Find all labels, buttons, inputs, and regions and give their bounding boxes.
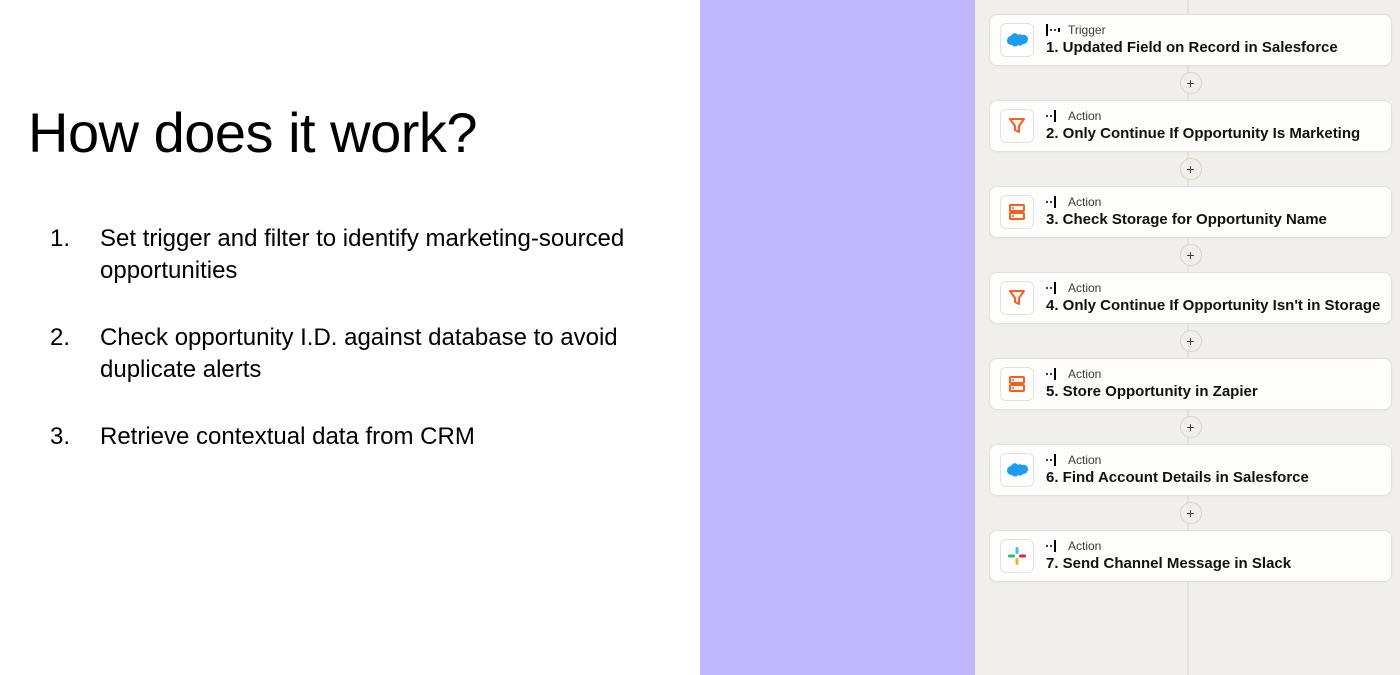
step-title: 5. Store Opportunity in Zapier [1046,383,1258,401]
add-step-connector: + [989,66,1392,100]
add-step-connector: + [989,324,1392,358]
step-kind: Action [1046,454,1309,466]
step-title: 7. Send Channel Message in Slack [1046,555,1291,573]
workflow-panel: Trigger 1. Updated Field on Record in Sa… [975,0,1400,675]
action-icon [1046,196,1062,208]
step-kind: Action [1046,282,1380,294]
step-title: 1. Updated Field on Record in Salesforce [1046,39,1338,57]
step-kind: Action [1046,540,1291,552]
step-kind: Action [1046,110,1360,122]
list-item: Set trigger and filter to identify marke… [28,223,660,288]
step-title: 2. Only Continue If Opportunity Is Marke… [1046,125,1360,143]
action-icon [1046,368,1062,380]
step-kind: Trigger [1046,24,1338,36]
add-step-connector: + [989,238,1392,272]
step-kind-label: Trigger [1068,24,1106,36]
step-title: 3. Check Storage for Opportunity Name [1046,211,1327,229]
salesforce-icon [1000,23,1034,57]
step-kind-label: Action [1068,196,1101,208]
step-kind: Action [1046,368,1258,380]
step-kind-label: Action [1068,454,1101,466]
action-icon [1046,110,1062,122]
add-step-connector: + [989,152,1392,186]
workflow-step[interactable]: Action 4. Only Continue If Opportunity I… [989,272,1392,324]
salesforce-icon [1000,453,1034,487]
text-panel: How does it work? Set trigger and filter… [0,0,700,675]
action-icon [1046,454,1062,466]
add-step-connector: + [989,410,1392,444]
step-kind: Action [1046,196,1327,208]
step-kind-label: Action [1068,540,1101,552]
workflow-step[interactable]: Action 6. Find Account Details in Salesf… [989,444,1392,496]
workflow-step[interactable]: Trigger 1. Updated Field on Record in Sa… [989,14,1392,66]
action-icon [1046,282,1062,294]
add-step-connector: + [989,496,1392,530]
workflow-step[interactable]: Action 2. Only Continue If Opportunity I… [989,100,1392,152]
step-kind-label: Action [1068,368,1101,380]
step-kind-label: Action [1068,282,1101,294]
storage-icon [1000,367,1034,401]
step-title: 6. Find Account Details in Salesforce [1046,469,1309,487]
slack-icon [1000,539,1034,573]
workflow-step[interactable]: Action 7. Send Channel Message in Slack [989,530,1392,582]
storage-icon [1000,195,1034,229]
add-step-button[interactable]: + [1180,416,1202,438]
workflow-step[interactable]: Action 5. Store Opportunity in Zapier [989,358,1392,410]
step-title: 4. Only Continue If Opportunity Isn't in… [1046,297,1380,315]
filter-icon [1000,109,1034,143]
add-step-button[interactable]: + [1180,502,1202,524]
how-it-works-list: Set trigger and filter to identify marke… [28,223,660,453]
purple-divider [700,0,975,675]
step-kind-label: Action [1068,110,1101,122]
add-step-button[interactable]: + [1180,244,1202,266]
workflow-step[interactable]: Action 3. Check Storage for Opportunity … [989,186,1392,238]
add-step-button[interactable]: + [1180,158,1202,180]
action-icon [1046,540,1062,552]
list-item: Check opportunity I.D. against database … [28,322,660,387]
page-title: How does it work? [28,100,660,165]
filter-icon [1000,281,1034,315]
add-step-button[interactable]: + [1180,72,1202,94]
list-item: Retrieve contextual data from CRM [28,421,660,453]
trigger-icon [1046,24,1062,36]
add-step-button[interactable]: + [1180,330,1202,352]
